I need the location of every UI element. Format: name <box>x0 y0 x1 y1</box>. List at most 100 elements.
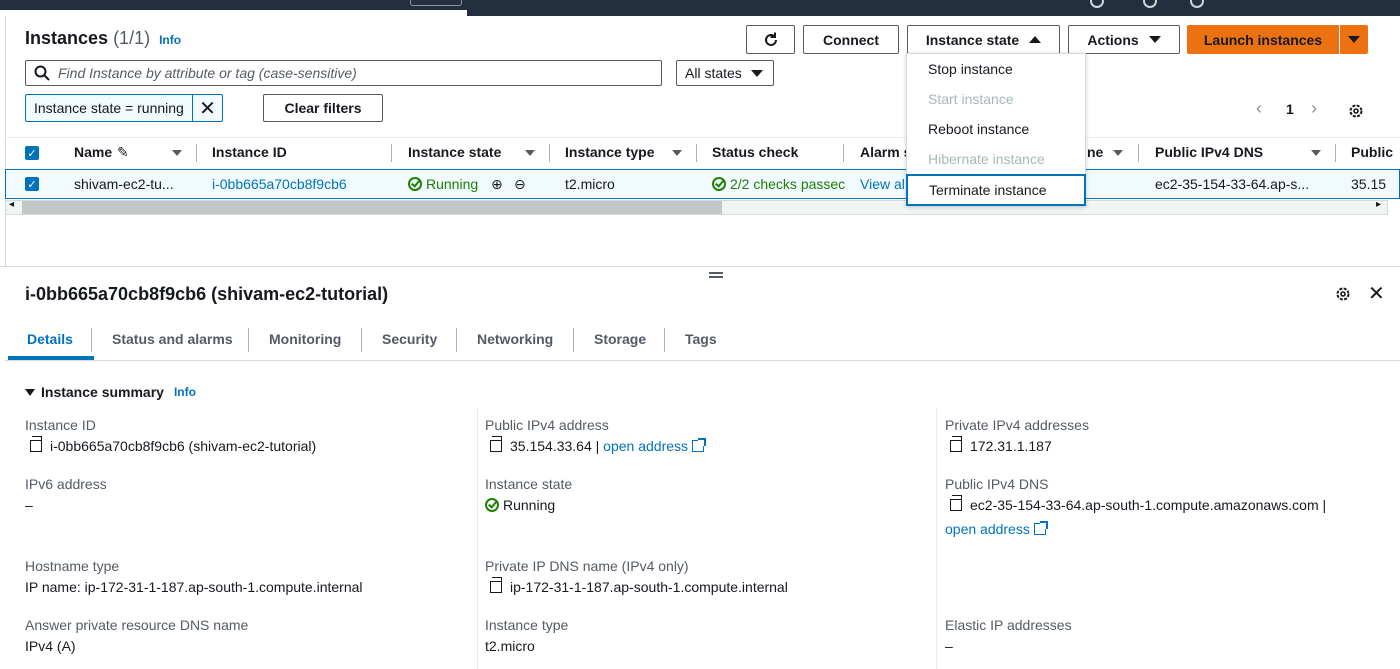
search-input[interactable]: Find Instance by attribute or tag (case-… <box>25 60 662 86</box>
tab-status-and-alarms[interactable]: Status and alarms <box>112 331 233 347</box>
menu-item-terminate-instance[interactable]: Terminate instance <box>906 174 1086 206</box>
prev-page-icon[interactable]: ‹ <box>1256 98 1262 119</box>
caret-up-icon <box>1029 36 1042 43</box>
sort-icon[interactable] <box>1311 150 1321 156</box>
caret-down-icon <box>751 69 763 77</box>
details-title: i-0bb665a70cb8f9cb6 (shivam-ec2-tutorial… <box>25 284 389 304</box>
close-icon[interactable]: ✕ <box>1368 281 1385 306</box>
page-title-text: Instances <box>25 28 109 48</box>
refresh-icon <box>764 32 777 46</box>
public-ipv4-label: Public IPv4 address <box>485 417 609 433</box>
row-status-check: 2/2 checks passec <box>712 176 845 192</box>
tab-divider <box>248 328 249 352</box>
instance-state-menu: Stop instance Start instance Reboot inst… <box>906 53 1086 206</box>
sort-icon[interactable] <box>672 150 682 156</box>
open-address-link[interactable]: open address <box>945 521 1030 537</box>
tab-details[interactable]: Details <box>27 331 73 347</box>
external-link-icon[interactable] <box>692 438 707 452</box>
copy-icon[interactable] <box>950 495 962 511</box>
copy-icon[interactable] <box>950 436 962 452</box>
scroll-right-icon[interactable]: ▸ <box>1376 199 1381 210</box>
column-header-public-dns[interactable]: Public IPv4 DNS <box>1155 144 1263 160</box>
row-state-text: Running <box>426 176 479 192</box>
column-header-instance-type[interactable]: Instance type <box>565 144 654 160</box>
table-row[interactable]: ✓ shivam-ec2-tu... i-0bb665a70cb8f9cb6 R… <box>5 169 1400 199</box>
states-select[interactable]: All states <box>676 60 774 86</box>
column-header-name[interactable]: Name <box>74 144 112 160</box>
tab-storage[interactable]: Storage <box>594 331 646 347</box>
public-dns-value: ec2-35-154-33-64.ap-south-1.compute.amaz… <box>950 495 1326 513</box>
private-ipv4-value: 172.31.1.187 <box>950 436 1052 454</box>
instance-id-label: Instance ID <box>25 417 96 433</box>
tab-divider <box>664 328 665 352</box>
next-page-icon[interactable]: › <box>1311 98 1317 119</box>
refresh-button[interactable] <box>746 25 795 54</box>
sort-icon[interactable] <box>1113 150 1123 156</box>
filter-token: Instance state = running ✕ <box>25 94 223 122</box>
instance-id-value: i-0bb665a70cb8f9cb6 (shivam-ec2-tutorial… <box>30 436 316 454</box>
external-link-icon[interactable] <box>1033 521 1048 535</box>
tab-networking[interactable]: Networking <box>477 331 553 347</box>
column-header-instance-id[interactable]: Instance ID <box>212 144 287 160</box>
tab-tags[interactable]: Tags <box>685 331 717 347</box>
search-placeholder: Find Instance by attribute or tag (case-… <box>58 65 357 81</box>
collapse-icon <box>25 388 35 396</box>
row-alarm-link[interactable]: View al <box>860 176 905 192</box>
public-dns-open: open address <box>945 521 1048 537</box>
check-circle-icon <box>712 177 726 191</box>
copy-icon[interactable] <box>490 436 502 452</box>
zoom-in-icon[interactable]: ⊕ <box>491 176 503 193</box>
info-link[interactable]: Info <box>174 385 196 399</box>
instance-summary-header[interactable]: Instance summary Info <box>25 384 196 400</box>
connect-label: Connect <box>823 31 879 48</box>
copy-icon[interactable] <box>30 436 42 452</box>
launch-dropdown-button[interactable] <box>1340 25 1368 54</box>
column-header-public-ip[interactable]: Public <box>1351 144 1393 160</box>
public-ipv4-text: 35.154.33.64 | <box>510 438 600 454</box>
column-divider <box>696 144 697 162</box>
column-header-instance-state[interactable]: Instance state <box>408 144 501 160</box>
copy-icon[interactable] <box>490 577 502 593</box>
hostname-type-label: Hostname type <box>25 558 120 574</box>
column-header-alarm-status[interactable]: Alarm s <box>860 144 911 160</box>
zoom-out-icon[interactable]: ⊖ <box>514 176 526 193</box>
tab-monitoring[interactable]: Monitoring <box>269 331 341 347</box>
resize-handle-icon[interactable] <box>709 272 723 278</box>
actions-button[interactable]: Actions <box>1068 25 1180 54</box>
connect-button[interactable]: Connect <box>803 25 899 54</box>
gear-icon[interactable] <box>1335 286 1351 302</box>
scrollbar-thumb[interactable] <box>22 201 722 214</box>
info-link[interactable]: Info <box>159 33 181 47</box>
open-address-link[interactable]: open address <box>603 438 688 454</box>
row-checkbox[interactable]: ✓ <box>25 177 39 191</box>
caret-down-icon <box>1148 36 1161 43</box>
menu-item-reboot-instance[interactable]: Reboot instance <box>907 114 1087 144</box>
elastic-ip-value: – <box>945 638 953 654</box>
sort-icon[interactable] <box>172 150 182 156</box>
top-nav-edge <box>0 10 467 16</box>
panel-splitter[interactable] <box>0 266 1400 267</box>
clear-filters-label: Clear filters <box>284 100 362 116</box>
close-icon[interactable]: ✕ <box>192 95 222 121</box>
page-number[interactable]: 1 <box>1286 101 1294 117</box>
instance-type-label: Instance type <box>485 617 569 633</box>
column-divider <box>1138 144 1139 162</box>
private-ipv4-text: 172.31.1.187 <box>970 438 1052 454</box>
instance-summary-title: Instance summary <box>41 384 164 400</box>
column-header-hidden[interactable]: ne <box>1087 144 1103 160</box>
menu-item-stop-instance[interactable]: Stop instance <box>907 54 1087 84</box>
instance-state-button[interactable]: Instance state <box>907 25 1060 54</box>
page-title: Instances (1/1) Info <box>25 28 181 49</box>
launch-instances-button[interactable]: Launch instances <box>1187 25 1339 54</box>
public-dns-label: Public IPv4 DNS <box>945 476 1049 492</box>
column-header-status-check[interactable]: Status check <box>712 144 798 160</box>
clear-filters-button[interactable]: Clear filters <box>263 94 383 122</box>
gear-icon[interactable] <box>1348 103 1364 119</box>
select-all-checkbox[interactable]: ✓ <box>25 146 39 160</box>
sort-icon[interactable] <box>525 150 535 156</box>
row-state: Running <box>408 176 478 192</box>
row-instance-id-link[interactable]: i-0bb665a70cb8f9cb6 <box>212 176 347 192</box>
scroll-left-icon[interactable]: ◂ <box>9 199 14 210</box>
tab-security[interactable]: Security <box>382 331 437 347</box>
edit-icon: ✎ <box>117 144 129 160</box>
